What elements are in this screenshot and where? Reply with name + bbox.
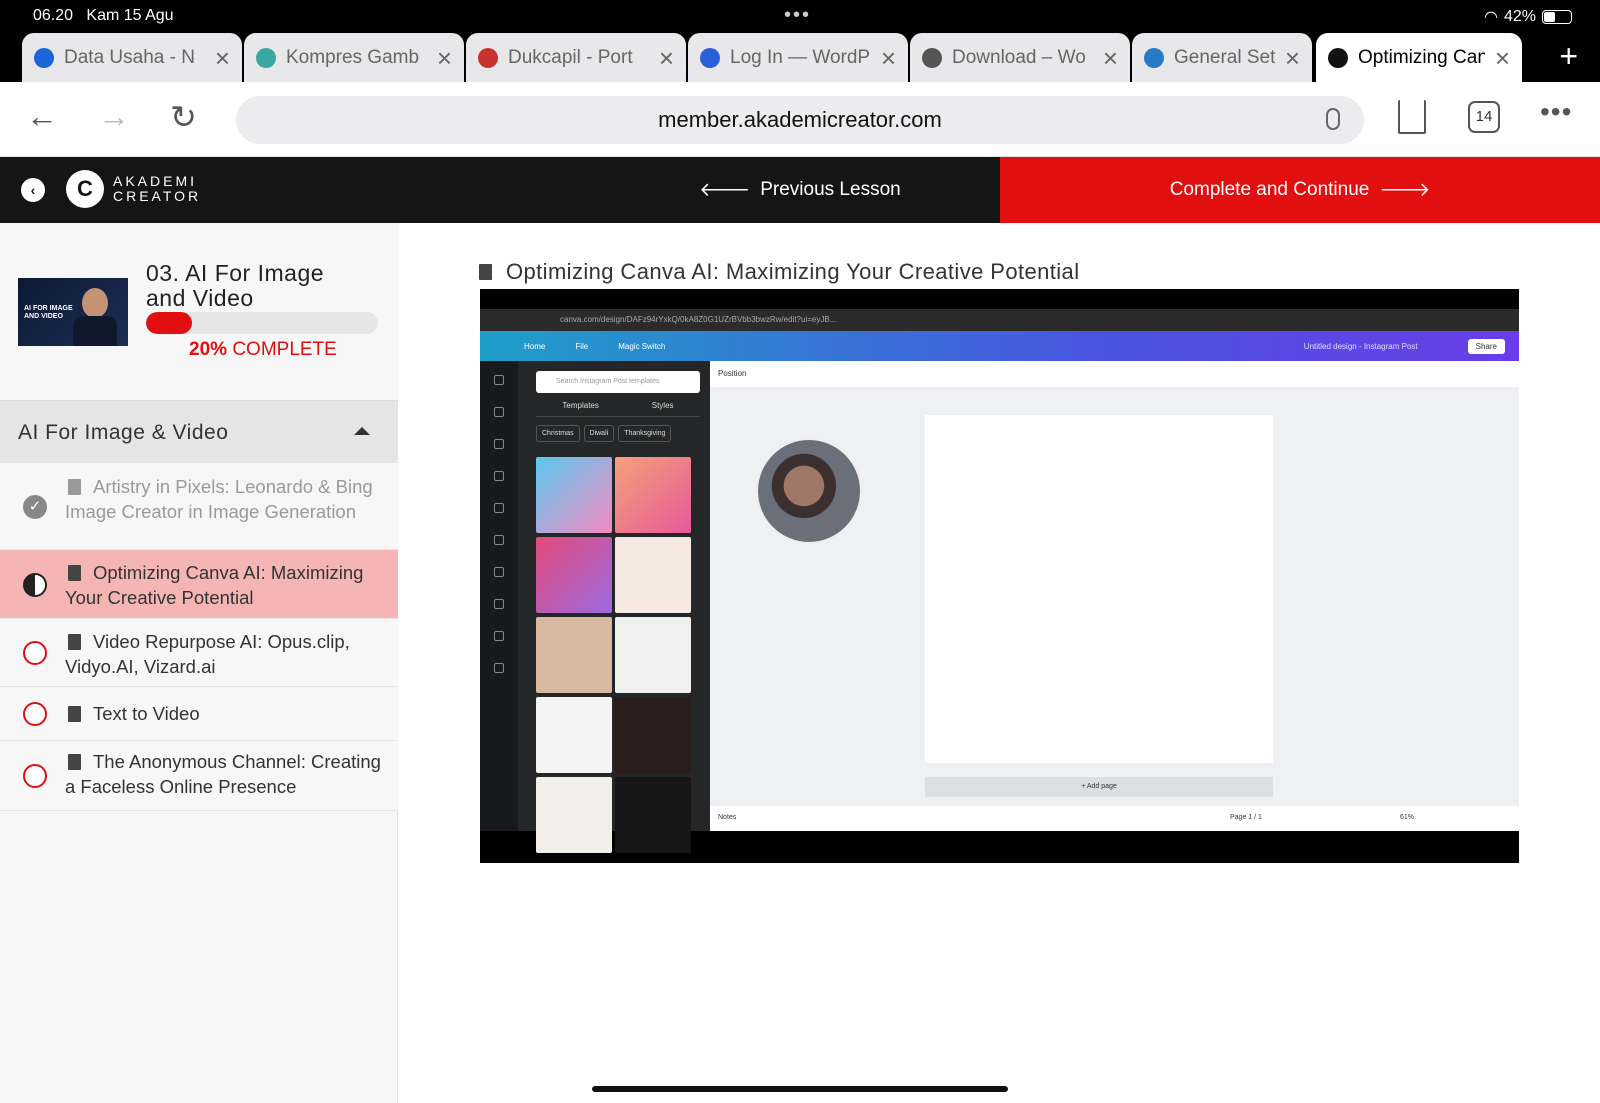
video-canvas-area: Position + Add page Notes Page 1 / 1 61% (710, 361, 1519, 831)
completed-check-icon: ✓ (23, 494, 47, 519)
tab-count-button[interactable]: 14 (1468, 101, 1500, 133)
collapse-caret-icon[interactable] (354, 427, 370, 435)
close-tab-icon[interactable]: × (215, 45, 230, 71)
section-header[interactable]: AI For Image & Video (0, 400, 398, 463)
document-icon (68, 634, 81, 650)
share-icon[interactable] (1398, 100, 1426, 134)
tab-label: Download – Wo (952, 46, 1086, 68)
reload-icon[interactable]: ↻ (170, 98, 197, 136)
tab-label: Dukcapil - Port (508, 46, 633, 68)
close-tab-icon[interactable]: × (881, 45, 896, 71)
more-options-icon[interactable]: ••• (1540, 96, 1572, 128)
browser-tab[interactable]: Dukcapil - Port × (466, 33, 686, 82)
url-text: member.akademicreator.com (658, 107, 942, 132)
document-icon (68, 565, 81, 581)
complete-and-continue-button[interactable]: Complete and Continue 🡒 (1000, 157, 1600, 223)
tab-label: Data Usaha - N (64, 46, 195, 68)
status-right: ◠ 42% (1484, 7, 1572, 27)
tab-label: Log In — WordP (730, 46, 871, 68)
back-to-course-icon[interactable]: ‹ (21, 178, 45, 202)
favicon-icon (256, 47, 276, 68)
tab-label: Kompres Gamb (286, 46, 420, 68)
lesson-item[interactable]: Text to Video (0, 687, 398, 741)
presenter-webcam-bubble (756, 438, 862, 544)
browser-tab[interactable]: Optimizing Can × (1316, 33, 1522, 82)
browser-tab[interactable]: Data Usaha - N × (22, 33, 242, 82)
akademi-creator-logo[interactable]: C (66, 170, 104, 208)
video-player[interactable]: canva.com/design/DAFz94rYxkQ/0kA8Z0G1UZr… (480, 289, 1519, 863)
lesson-item[interactable]: ✓ Artistry in Pixels: Leonardo & Bing Ima… (0, 463, 398, 550)
microphone-icon[interactable] (1326, 108, 1340, 130)
browser-tab-strip: + Data Usaha - N × Kompres Gamb × Dukcapil -… (0, 30, 1600, 82)
in-progress-icon (23, 572, 47, 597)
video-templates-panel: Search Instagram Post templates Template… (518, 361, 710, 853)
not-started-circle-icon (23, 702, 47, 726)
progress-bar (146, 312, 378, 334)
favicon-icon (1144, 47, 1164, 68)
logo-text: AKADEMI CREATOR (113, 173, 202, 204)
video-browser-bar: canva.com/design/DAFz94rYxkQ/0kA8Z0G1UZr… (480, 309, 1519, 331)
wifi-icon: ◠ (1484, 9, 1498, 26)
arrow-left-icon: 🡐 (699, 180, 751, 201)
lesson-item[interactable]: Optimizing Canva AI: Maximizing Your Cre… (0, 550, 398, 619)
not-started-circle-icon (23, 641, 47, 665)
arrow-right-icon: 🡒 (1379, 180, 1431, 201)
battery-icon (1542, 10, 1572, 24)
lesson-title-text: Optimizing Canva AI: Maximizing Your Cre… (65, 562, 364, 608)
lesson-item[interactable]: Video Repurpose AI: Opus.clip, Vidyo.AI,… (0, 619, 398, 687)
lesson-title-text: The Anonymous Channel: Creating a Facele… (65, 751, 381, 797)
close-tab-icon[interactable]: × (1103, 45, 1118, 71)
lesson-title-text: Video Repurpose AI: Opus.clip, Vidyo.AI,… (65, 631, 350, 677)
browser-tab[interactable]: Log In — WordP × (688, 33, 908, 82)
close-tab-icon[interactable]: × (659, 45, 674, 71)
document-icon (68, 479, 81, 495)
back-arrow-icon[interactable]: ← (26, 98, 58, 135)
battery-percent: 42% (1503, 8, 1536, 25)
multitask-dots-icon[interactable]: ••• (784, 4, 811, 27)
favicon-icon (1328, 47, 1348, 68)
home-indicator[interactable] (592, 1086, 1008, 1092)
favicon-icon (478, 47, 498, 68)
video-canva-toolbar: Home File Magic Switch Untitled design - I… (480, 331, 1519, 361)
course-sidebar: AI FOR IMAGE AND VIDEO 03. AI For Image … (0, 223, 398, 1103)
lesson-title-text: Artistry in Pixels: Leonardo & Bing Imag… (65, 476, 373, 522)
status-bar: 06.20 Kam 15 Agu ••• ◠ 42% (0, 0, 1600, 30)
browser-tab[interactable]: Kompres Gamb × (244, 33, 464, 82)
course-info: AI FOR IMAGE AND VIDEO 03. AI For Image … (0, 223, 398, 400)
course-header: ‹ C AKADEMI CREATOR 🡐 Previous Lesson Com… (0, 157, 1600, 223)
not-started-circle-icon (23, 764, 47, 788)
browser-toolbar: ← → ↻ member.akademicreator.com 14 ••• (0, 82, 1600, 157)
previous-lesson-button[interactable]: 🡐 Previous Lesson (600, 157, 1000, 223)
progress-label: 20% COMPLETE (189, 339, 337, 360)
favicon-icon (700, 47, 720, 68)
course-thumbnail: AI FOR IMAGE AND VIDEO (18, 278, 128, 346)
tab-label: General Setti (1174, 46, 1275, 68)
favicon-icon (922, 47, 942, 68)
lesson-item[interactable]: The Anonymous Channel: Creating a Facele… (0, 741, 398, 811)
document-icon (68, 754, 81, 770)
favicon-icon (34, 47, 54, 68)
close-tab-icon[interactable]: × (437, 45, 452, 71)
video-blank-page (925, 415, 1273, 763)
forward-arrow-icon[interactable]: → (98, 98, 130, 135)
address-bar[interactable]: member.akademicreator.com (236, 96, 1364, 144)
lesson-title-text: Text to Video (93, 703, 200, 724)
new-tab-plus-icon[interactable]: + (1559, 38, 1578, 75)
lesson-content: Optimizing Canva AI: Maximizing Your Cre… (399, 223, 1600, 1103)
video-canva-rail (480, 361, 518, 831)
course-title: 03. AI For Image and Video (146, 260, 325, 311)
browser-tab[interactable]: Download – Wo × (910, 33, 1130, 82)
lesson-title: Optimizing Canva AI: Maximizing Your Cre… (479, 259, 1079, 285)
close-tab-icon[interactable]: × (1495, 45, 1510, 71)
tab-label: Optimizing Can (1358, 46, 1485, 68)
close-tab-icon[interactable]: × (1285, 45, 1300, 71)
document-icon (68, 706, 81, 722)
status-time: 06.20 Kam 15 Agu (33, 7, 174, 24)
browser-tab[interactable]: General Setti × (1132, 33, 1312, 82)
document-icon (479, 264, 492, 280)
